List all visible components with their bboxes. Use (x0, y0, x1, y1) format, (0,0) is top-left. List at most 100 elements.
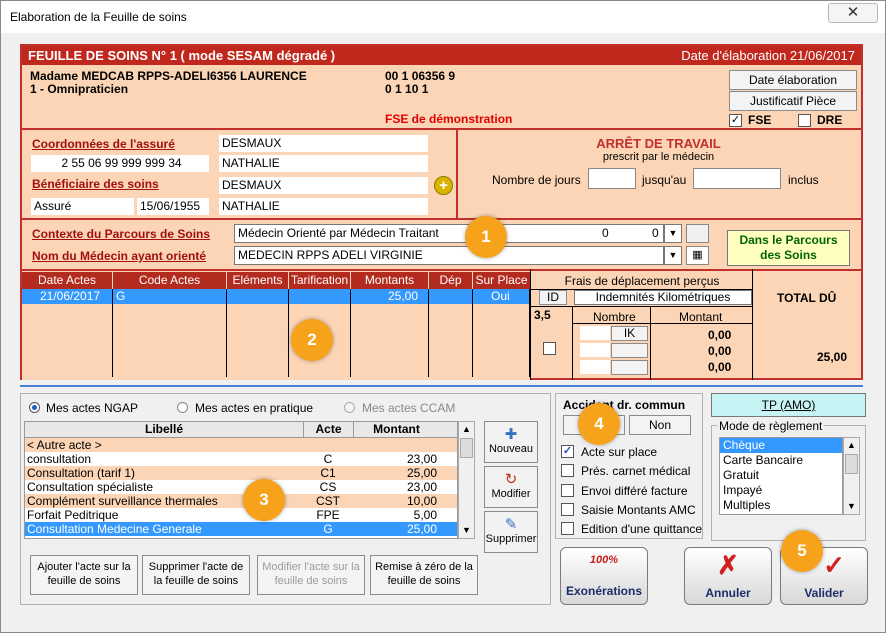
pres-carnet-label: Prés. carnet médical (581, 464, 691, 478)
accident-non-button[interactable]: Non (629, 415, 691, 435)
arret-jours-input[interactable] (588, 168, 636, 189)
nombre-input-2[interactable] (580, 343, 610, 357)
ngap-cell-acte: CS (319, 480, 337, 494)
arret-inclus-label: inclus (788, 173, 819, 187)
frais-button-2[interactable] (611, 343, 648, 358)
medecin-oriente-link[interactable]: Nom du Médecin ayant orienté (32, 249, 206, 263)
list-item[interactable]: Consultation (tarif 1) C1 25,00 (25, 466, 457, 480)
scroll-up-icon[interactable]: ▲ (844, 438, 859, 453)
nombre-input-3[interactable] (580, 360, 610, 374)
ngap-list[interactable]: Libellé Acte Montant < Autre acte > consu… (24, 421, 458, 539)
frais-checkbox[interactable] (543, 342, 556, 355)
col-acte: Acte (303, 422, 353, 437)
edition-quittance-label: Edition d'une quittance (581, 522, 703, 536)
row-surplace: Oui (491, 289, 510, 303)
nombre-input-1[interactable] (580, 326, 610, 340)
ajouter-acte-button[interactable]: Ajouter l'acte sur la feuille de soins (30, 555, 138, 595)
window: Elaboration de la Feuille de soins ✕ FEU… (0, 0, 886, 633)
reglement-list[interactable]: Chèque Carte Bancaire Gratuit Impayé Multipl… (719, 437, 843, 515)
dre-checkbox[interactable] (798, 114, 811, 127)
list-item[interactable]: Complément surveillance thermales CST 10,0… (25, 494, 457, 508)
frais-montant-1: 0,00 (708, 328, 732, 342)
callout-badge-1: 1 (465, 216, 507, 258)
reglement-item[interactable]: Multiples (720, 498, 842, 513)
modifier-acte-button[interactable]: Modifier l'acte sur la feuille de soins (257, 555, 365, 595)
nouveau-label: Nouveau (488, 443, 534, 455)
id-button[interactable]: ID (539, 290, 567, 305)
modifier-button[interactable]: ↻ Modifier (484, 466, 538, 508)
benef-date-field[interactable]: 15/06/1955 (137, 198, 209, 215)
nir-field[interactable]: 2 55 06 99 999 999 34 (31, 155, 209, 172)
fse-checkbox[interactable]: ✓ (729, 114, 742, 127)
reglement-scrollbar[interactable]: ▲ ▼ (843, 437, 860, 515)
supprimer-acte-button[interactable]: Supprimer l'acte de la feuille de soins (142, 555, 250, 595)
radio-ccam[interactable] (344, 402, 355, 413)
edition-quittance-checkbox[interactable] (561, 522, 574, 535)
divider (226, 289, 227, 377)
reglement-item[interactable]: Impayé (720, 483, 842, 498)
reglement-item[interactable]: Gratuit (720, 468, 842, 483)
nouveau-button[interactable]: ✚ Nouveau (484, 421, 538, 463)
chevron-down-icon[interactable]: ▼ (664, 224, 682, 243)
radio-ngap[interactable] (29, 402, 40, 413)
reglement-item[interactable]: Chèque (720, 438, 842, 453)
calendar-icon[interactable]: ▦ (686, 246, 709, 265)
tp-amo-button[interactable]: TP (AMO) (711, 393, 866, 417)
arret-date-input[interactable] (693, 168, 781, 189)
total-label: TOTAL DÛ (777, 291, 837, 305)
scroll-up-icon[interactable]: ▲ (459, 422, 474, 437)
divider (288, 289, 289, 377)
eraser-icon: ✎ (504, 516, 518, 533)
exonerations-button[interactable]: 100% Exonérations (560, 547, 648, 605)
benef-prenom-field[interactable]: NATHALIE (219, 198, 428, 215)
list-item[interactable]: < Autre acte > (25, 438, 457, 452)
envoi-differe-checkbox[interactable] (561, 484, 574, 497)
frais-button-3[interactable] (611, 360, 648, 375)
list-item[interactable]: Forfait Peditrique FPE 5,00 (25, 508, 457, 522)
ngap-scrollbar[interactable]: ▲ ▼ (458, 421, 475, 539)
acte-sur-place-checkbox[interactable]: ✓ (561, 445, 574, 458)
add-beneficiaire-icon[interactable]: + (434, 176, 453, 195)
contexte-extra-button[interactable] (686, 224, 709, 243)
remise-zero-button[interactable]: Remise à zéro de la feuille de soins (370, 555, 478, 595)
table-row[interactable]: 21/06/2017 G 25,00 Oui (22, 289, 530, 304)
supprimer-button[interactable]: ✎ Supprimer (484, 511, 538, 553)
saisie-amc-checkbox[interactable] (561, 503, 574, 516)
annuler-button[interactable]: ✗ Annuler (684, 547, 772, 605)
ngap-cell-mt: 23,00 (406, 452, 437, 466)
benef-nom-field[interactable]: DESMAUX (219, 177, 428, 194)
pres-carnet-checkbox[interactable] (561, 464, 574, 477)
fse-demo-label: FSE de démonstration (385, 112, 513, 126)
list-item[interactable]: consultation C 23,00 (25, 452, 457, 466)
contexte-parcours-select[interactable]: Médecin Orienté par Médecin Traitant (234, 224, 664, 243)
col-elements: Eléments (227, 272, 288, 289)
radio-pratique[interactable] (177, 402, 188, 413)
callout-badge-4: 4 (578, 403, 620, 445)
assure-prenom-field[interactable]: NATHALIE (219, 155, 428, 172)
scroll-down-icon[interactable]: ▼ (844, 499, 859, 514)
coord-assure-link[interactable]: Coordonnées de l'assuré (32, 137, 175, 151)
ngap-cell-mt: 25,00 (406, 522, 437, 536)
ik-button[interactable]: IK (611, 326, 648, 341)
list-item[interactable]: Consultation spécialiste CS 23,00 (25, 480, 457, 494)
beneficiaire-link[interactable]: Bénéficiaire des soins (32, 177, 159, 191)
saisie-amc-label: Saisie Montants AMC (581, 503, 696, 517)
ngap-cell-lib: Complément surveillance thermales (27, 494, 218, 508)
scroll-down-icon[interactable]: ▼ (459, 523, 474, 538)
scroll-thumb[interactable] (460, 438, 473, 458)
ngap-cell-acte: CST (316, 494, 340, 508)
chevron-down-icon[interactable]: ▼ (664, 246, 682, 265)
benef-type-field[interactable]: Assuré (31, 198, 134, 215)
assure-nom-field[interactable]: DESMAUX (219, 135, 428, 152)
contexte-parcours-link[interactable]: Contexte du Parcours de Soins (32, 227, 210, 241)
total-value: 25,00 (817, 350, 848, 364)
close-button[interactable]: ✕ (828, 3, 878, 23)
contexte-n2: 0 (652, 226, 659, 240)
reglement-item[interactable]: Carte Bancaire (720, 453, 842, 468)
medecin-oriente-select[interactable]: MEDECIN RPPS ADELI VIRGINIE (234, 246, 664, 265)
list-item[interactable]: Consultation Medecine Generale G 25,00 (25, 522, 457, 536)
justificatif-piece-button[interactable]: Justificatif Pièce (729, 91, 857, 111)
scroll-thumb[interactable] (845, 454, 858, 474)
ngap-cell-acte: FPE (316, 508, 340, 522)
date-elaboration-button[interactable]: Date élaboration (729, 70, 857, 90)
